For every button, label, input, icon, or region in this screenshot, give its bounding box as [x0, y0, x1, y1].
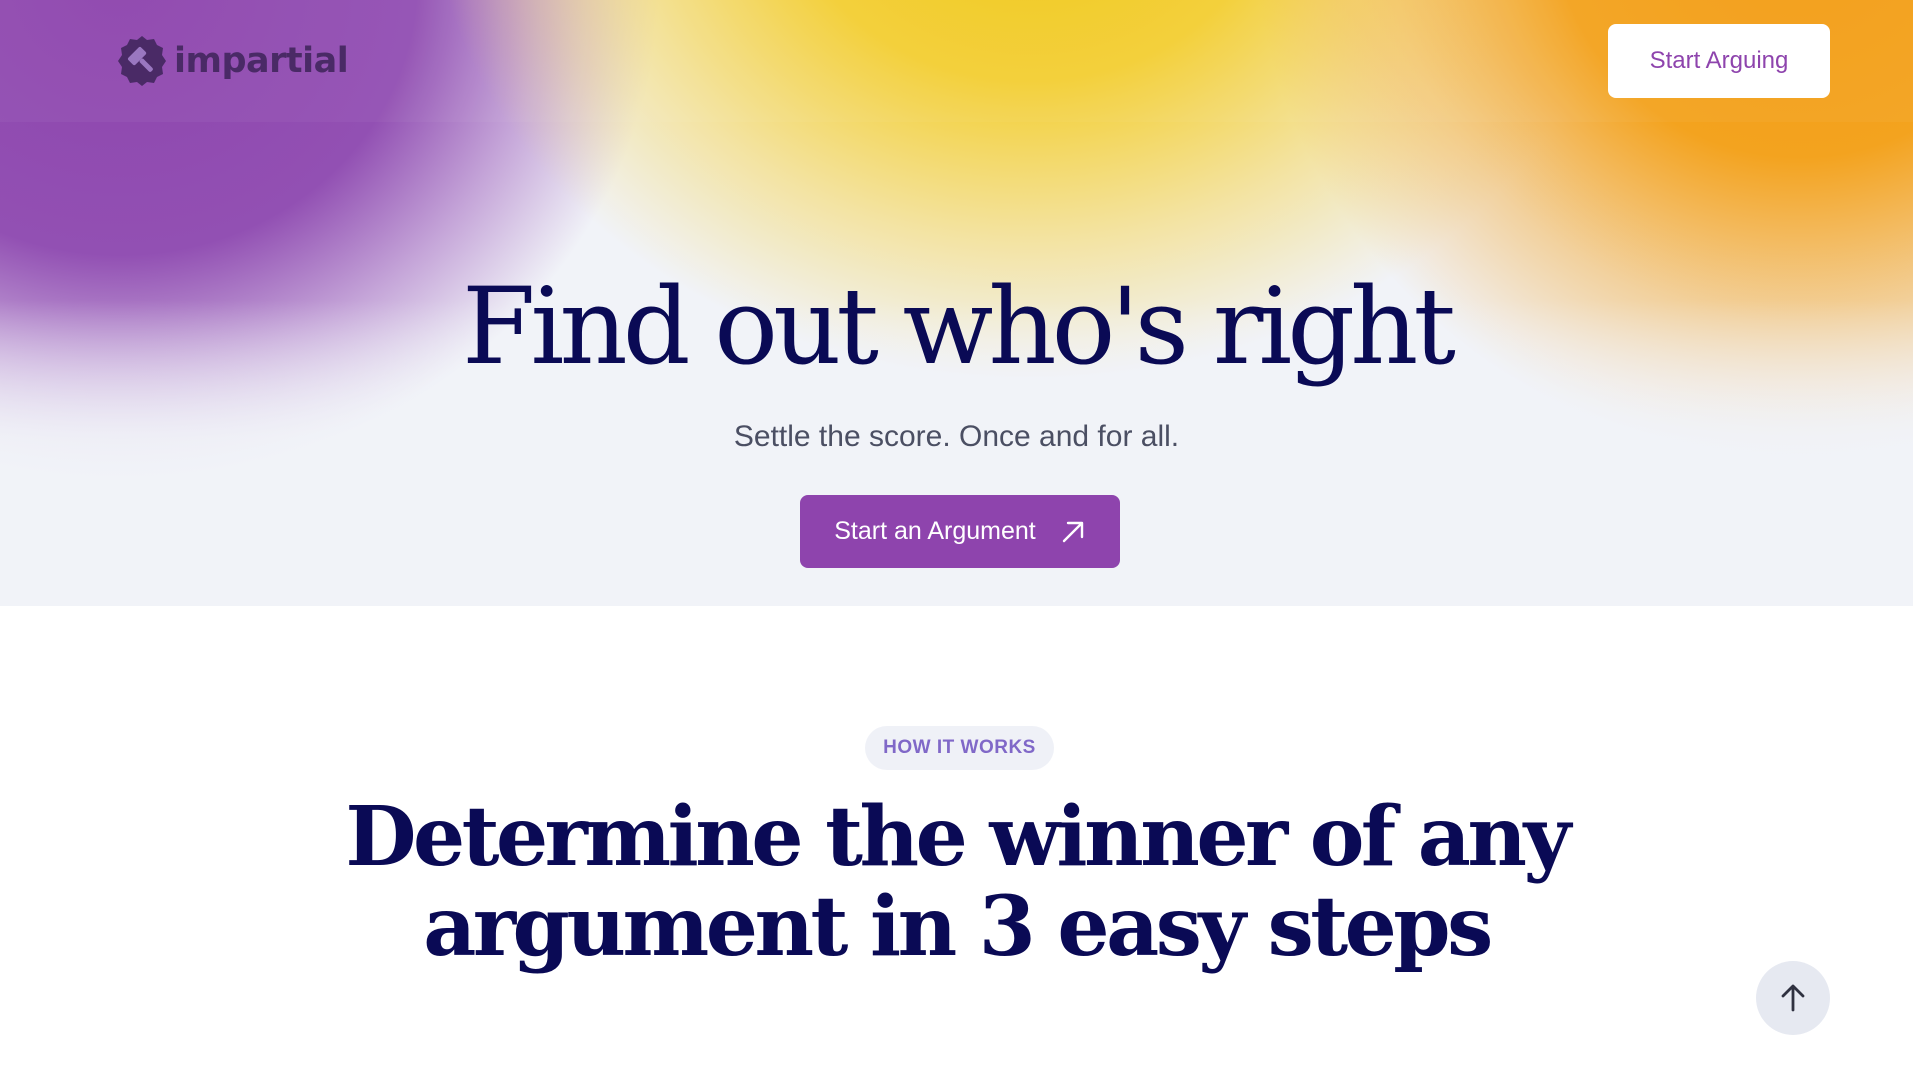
arrow-up-icon — [1781, 984, 1805, 1012]
gavel-badge-icon — [118, 36, 166, 86]
arrow-up-right-icon — [1062, 521, 1083, 542]
navbar: impartial Start Arguing — [0, 0, 1913, 122]
hero-title: Find out who's right — [462, 265, 1456, 388]
how-it-works-title: Determine the winner of any argument in … — [0, 792, 1913, 972]
hero-subtitle: Settle the score. Once and for all. — [733, 420, 1180, 453]
start-arguing-button[interactable]: Start Arguing — [1608, 24, 1830, 98]
how-it-works-badge: HOW IT WORKS — [865, 726, 1054, 770]
how-it-works-title-line2: argument in 3 easy steps — [423, 879, 1493, 975]
start-argument-button[interactable]: Start an Argument — [800, 495, 1120, 568]
logo-link[interactable]: impartial — [114, 32, 349, 90]
scroll-to-top-button[interactable] — [1756, 961, 1830, 1035]
logo-text: impartial — [174, 41, 349, 81]
how-it-works-title-line1: Determine the winner of any — [345, 789, 1571, 885]
start-argument-label: Start an Argument — [834, 517, 1036, 545]
